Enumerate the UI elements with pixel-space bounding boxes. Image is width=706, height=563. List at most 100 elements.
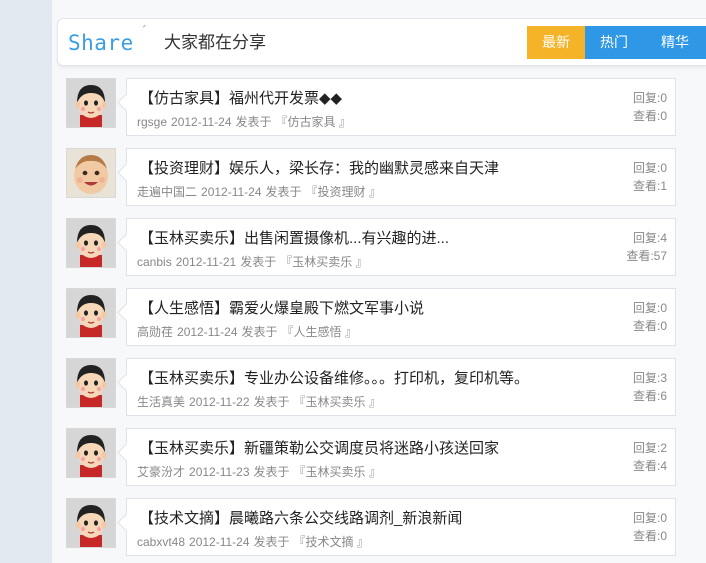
post-title-link[interactable]: 【仿古家具】福州代开发票◆◆ — [139, 89, 342, 109]
post-stats: 回复:0 查看:0 — [633, 509, 667, 545]
tab-latest[interactable]: 最新 — [527, 26, 585, 59]
post-card: 【玉林买卖乐】出售闲置摄像机...有兴趣的进... canbis 2012-11-2… — [117, 218, 676, 276]
post-card: 【投资理财】娱乐人，梁长存：我的幽默灵感来自天津走遍中国二 2012-11-24 发… — [117, 148, 676, 206]
card-pointer — [117, 303, 136, 322]
post-title-link[interactable]: 【玉林买卖乐】新疆策勒公交调度员将迷路小孩送回家 — [139, 439, 499, 459]
post-date: 2012-11-24 — [177, 325, 238, 339]
card-pointer — [117, 93, 136, 112]
post-action: 发表于 — [235, 115, 272, 129]
post-stats: 回复:3 查看:6 — [633, 369, 667, 405]
post-date: 2012-11-21 — [175, 255, 237, 269]
post-action: 发表于 — [240, 255, 277, 269]
post-category-link[interactable]: 『投资理财 』 — [306, 185, 381, 199]
reply-count: 回复:0 — [632, 161, 667, 175]
post-card: 【玉林买卖乐】新疆策勒公交调度员将迷路小孩送回家艾豪汾才 2012-11-23 发表… — [117, 428, 676, 486]
view-count: 查看:0 — [632, 319, 667, 333]
post-category-link[interactable]: 『仿古家具 』 — [276, 115, 351, 129]
post-date: 2012-11-22 — [189, 395, 250, 409]
brand-mark: ´ — [142, 24, 148, 41]
post-card: 【技术文摘】晨曦路六条公交线路调剂_新浪新闻 cabxvt48 2012-11-24… — [117, 498, 676, 556]
post-action: 发表于 — [253, 535, 290, 549]
post-stats: 回复:0 查看:0 — [633, 89, 667, 125]
reply-count: 回复:3 — [632, 371, 667, 385]
post-meta: 生活真美 2012-11-22 发表于 『玉林买卖乐 』 — [137, 395, 385, 409]
post-item[interactable]: 【人生感悟】霸爱火爆皇殿下燃文军事小说高勋荏 2012-11-24 发表于 『人生感悟… — [66, 288, 676, 346]
post-title-link[interactable]: 【投资理财】娱乐人，梁长存：我的幽默灵感来自天津 — [139, 159, 499, 179]
post-category-link[interactable]: 『玉林买卖乐 』 — [294, 465, 381, 479]
post-author[interactable]: rgsge — [137, 115, 167, 129]
post-category-link[interactable]: 『人生感悟 』 — [282, 325, 357, 339]
post-title-link[interactable]: 【玉林买卖乐】专业办公设备维修。。。打印机，复印机等。 — [139, 369, 529, 389]
post-card: 【玉林买卖乐】专业办公设备维修。。。打印机，复印机等。生活真美 2012-11-2… — [117, 358, 676, 416]
post-date: 2012-11-24 — [171, 115, 232, 129]
post-author[interactable]: canbis — [137, 255, 172, 269]
post-author[interactable]: 高勋荏 — [137, 325, 173, 339]
post-category-link[interactable]: 『技术文摘 』 — [294, 535, 369, 549]
reply-count: 回复:0 — [632, 511, 667, 525]
left-sidebar-strip — [0, 0, 52, 563]
card-pointer — [117, 233, 136, 252]
post-meta: 高勋荏 2012-11-24 发表于 『人生感悟 』 — [137, 325, 361, 339]
post-card: 【人生感悟】霸爱火爆皇殿下燃文军事小说高勋荏 2012-11-24 发表于 『人生感悟… — [117, 288, 676, 346]
post-item[interactable]: 【玉林买卖乐】专业办公设备维修。。。打印机，复印机等。生活真美 2012-11-2… — [66, 358, 676, 416]
post-meta: 走遍中国二 2012-11-24 发表于 『投资理财 』 — [137, 185, 385, 199]
avatar[interactable] — [66, 218, 116, 268]
card-pointer — [117, 513, 136, 532]
share-panel: Share ´ 大家都在分享 最新 热门 精华 【仿古家具】福州代开发票◆◆ rg… — [52, 0, 706, 563]
share-header: Share ´ 大家都在分享 最新 热门 精华 — [57, 18, 706, 66]
tab-hot[interactable]: 热门 — [585, 26, 643, 59]
post-action: 发表于 — [253, 395, 290, 409]
post-category-link[interactable]: 『玉林买卖乐 』 — [294, 395, 381, 409]
avatar[interactable] — [66, 428, 116, 478]
reply-count: 回复:0 — [632, 91, 667, 105]
post-date: 2012-11-24 — [201, 185, 262, 199]
post-meta: 艾豪汾才 2012-11-23 发表于 『玉林买卖乐 』 — [137, 465, 385, 479]
post-stats: 回复:2 查看:4 — [633, 439, 667, 475]
post-date: 2012-11-23 — [189, 465, 250, 479]
view-count: 查看:1 — [632, 179, 667, 193]
post-author[interactable]: 艾豪汾才 — [137, 465, 185, 479]
post-action: 发表于 — [253, 465, 290, 479]
reply-count: 回复:4 — [632, 231, 667, 245]
reply-count: 回复:0 — [632, 301, 667, 315]
avatar[interactable] — [66, 288, 116, 338]
avatar[interactable] — [66, 78, 116, 128]
post-author[interactable]: 生活真美 — [137, 395, 185, 409]
post-card: 【仿古家具】福州代开发票◆◆ rgsge 2012-11-24 发表于 『仿古家具 』 回… — [117, 78, 676, 136]
view-count: 查看:57 — [626, 249, 667, 263]
view-count: 查看:0 — [632, 109, 667, 123]
post-item[interactable]: 【玉林买卖乐】出售闲置摄像机...有兴趣的进... canbis 2012-11-2… — [66, 218, 676, 276]
card-pointer — [117, 373, 136, 392]
post-title-link[interactable]: 【技术文摘】晨曦路六条公交线路调剂_新浪新闻 — [139, 509, 462, 529]
header-subtitle: 大家都在分享 — [164, 33, 266, 52]
post-item[interactable]: 【玉林买卖乐】新疆策勒公交调度员将迷路小孩送回家艾豪汾才 2012-11-23 发表… — [66, 428, 676, 486]
post-item[interactable]: 【投资理财】娱乐人，梁长存：我的幽默灵感来自天津走遍中国二 2012-11-24 发… — [66, 148, 676, 206]
post-title-link[interactable]: 【人生感悟】霸爱火爆皇殿下燃文军事小说 — [139, 299, 424, 319]
post-stats: 回复:0 查看:0 — [633, 299, 667, 335]
post-action: 发表于 — [241, 325, 278, 339]
view-count: 查看:6 — [632, 389, 667, 403]
brand-title: Share — [68, 31, 134, 55]
post-author[interactable]: cabxvt48 — [137, 535, 185, 549]
post-stats: 回复:4 查看:57 — [626, 229, 667, 265]
post-title-link[interactable]: 【玉林买卖乐】出售闲置摄像机...有兴趣的进... — [139, 229, 449, 249]
avatar[interactable] — [66, 358, 116, 408]
tab-best[interactable]: 精华 — [643, 26, 706, 59]
post-author[interactable]: 走遍中国二 — [137, 185, 197, 199]
view-count: 查看:0 — [632, 529, 667, 543]
view-count: 查看:4 — [632, 459, 667, 473]
post-stats: 回复:0 查看:1 — [633, 159, 667, 195]
post-action: 发表于 — [265, 185, 302, 199]
reply-count: 回复:2 — [632, 441, 667, 455]
card-pointer — [117, 163, 136, 182]
avatar[interactable] — [66, 148, 116, 198]
avatar[interactable] — [66, 498, 116, 548]
post-item[interactable]: 【仿古家具】福州代开发票◆◆ rgsge 2012-11-24 发表于 『仿古家具 』 回… — [66, 78, 676, 136]
post-meta: rgsge 2012-11-24 发表于 『仿古家具 』 — [137, 115, 355, 129]
card-pointer — [117, 443, 136, 462]
post-meta: cabxvt48 2012-11-24 发表于 『技术文摘 』 — [137, 535, 373, 549]
post-item[interactable]: 【技术文摘】晨曦路六条公交线路调剂_新浪新闻 cabxvt48 2012-11-24… — [66, 498, 676, 556]
post-date: 2012-11-24 — [189, 535, 250, 549]
post-category-link[interactable]: 『玉林买卖乐 』 — [280, 255, 367, 269]
post-meta: canbis 2012-11-21 发表于 『玉林买卖乐 』 — [137, 255, 372, 269]
